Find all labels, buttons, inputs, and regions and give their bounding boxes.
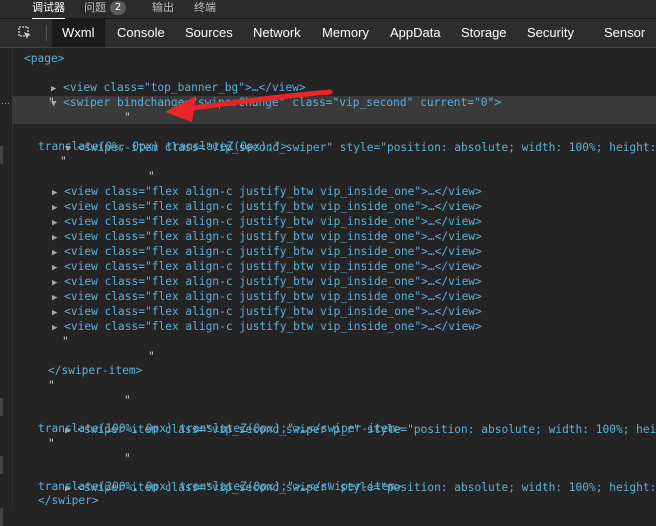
tab-console[interactable]: Console	[117, 19, 165, 47]
text-node-quote: "	[124, 394, 131, 407]
node-swiper-item-2[interactable]: ▶ <swiper-item class="vip_second_swiper …	[38, 407, 656, 436]
node-inner-view[interactable]: ▶ <view class="flex align-c justify_btw …	[52, 229, 482, 244]
collapsed-triangle-icon[interactable]: ▶	[52, 263, 57, 273]
node-swiper-item-2-cont: translate(100%, 0px) translateZ(0px);">……	[38, 422, 402, 435]
node-inner-view-text: <view class="flex align-c justify_btw vi…	[64, 200, 482, 213]
node-inner-view-text: <view class="flex align-c justify_btw vi…	[64, 230, 482, 243]
text-node-quote: "	[48, 96, 55, 109]
problems-count-badge: 2	[110, 1, 126, 15]
tab-memory[interactable]: Memory	[322, 19, 369, 47]
node-inner-view-text: <view class="flex align-c justify_btw vi…	[64, 215, 482, 228]
wxml-tree: <page> ▶ <view class="top_banner_bg">…</…	[12, 48, 656, 506]
node-inner-view[interactable]: ▶ <view class="flex align-c justify_btw …	[52, 184, 482, 199]
node-inner-view[interactable]: ▶ <view class="flex align-c justify_btw …	[52, 289, 482, 304]
node-swiper-item-3-cont: translate(200%, 0px) translateZ(0px);">……	[38, 480, 402, 493]
tab-debugger[interactable]: 调试器	[32, 0, 65, 20]
collapsed-triangle-icon[interactable]: ▶	[52, 278, 57, 288]
collapsed-triangle-icon[interactable]: ▶	[52, 293, 57, 303]
node-inner-view[interactable]: ▶ <view class="flex align-c justify_btw …	[52, 214, 482, 229]
inspect-element-icon[interactable]	[18, 26, 32, 40]
node-swiper-item-3[interactable]: ▶ <swiper-item class="vip_second_swiper"…	[38, 465, 656, 494]
gutter-marker	[0, 146, 3, 164]
node-inner-view[interactable]: ▶ <view class="flex align-c justify_btw …	[52, 304, 482, 319]
text-node-quote: "	[60, 155, 67, 168]
node-inner-view-text: <view class="flex align-c justify_btw vi…	[64, 305, 482, 318]
tab-problems-label: 问题	[84, 1, 106, 14]
collapsed-triangle-icon[interactable]: ▶	[52, 203, 57, 213]
collapsed-triangle-icon[interactable]: ▶	[52, 218, 57, 228]
collapsed-triangle-icon[interactable]: ▶	[52, 323, 57, 333]
node-view-banner[interactable]: ▶ <view class="top_banner_bg">…</view>	[24, 65, 306, 94]
gutter-marker	[0, 456, 3, 474]
text-node-quote: "	[62, 335, 69, 348]
node-inner-view[interactable]: ▶ <view class="flex align-c justify_btw …	[52, 259, 482, 274]
collapsed-triangle-icon[interactable]: ▶	[52, 188, 57, 198]
node-inner-view-text: <view class="flex align-c justify_btw vi…	[64, 260, 482, 273]
node-swiper-item-1-cont: translate(0%, 0px) translateZ(0px);">	[38, 140, 288, 153]
node-inner-view[interactable]: ▶ <view class="flex align-c justify_btw …	[52, 199, 482, 214]
node-inner-view-text: <view class="flex align-c justify_btw vi…	[64, 320, 482, 333]
text-node-quote: "	[124, 452, 131, 465]
node-swiper-text: <swiper bindchange="swiperChange" class=…	[63, 96, 501, 109]
node-swiper-item-close: </swiper-item>	[48, 364, 143, 377]
tab-terminal[interactable]: 终端	[194, 0, 216, 18]
node-inner-view-text: <view class="flex align-c justify_btw vi…	[64, 290, 482, 303]
node-swiper-close: </swiper>	[38, 494, 99, 506]
node-swiper[interactable]: ▼ <swiper bindchange="swiperChange" clas…	[24, 80, 501, 109]
tab-security[interactable]: Security	[527, 19, 574, 47]
gutter-marker	[0, 398, 3, 416]
node-inner-view[interactable]: ▶ <view class="flex align-c justify_btw …	[52, 319, 482, 334]
collapsed-triangle-icon[interactable]: ▶	[52, 248, 57, 258]
node-inner-view-text: <view class="flex align-c justify_btw vi…	[64, 185, 482, 198]
tab-problems[interactable]: 问题 2	[84, 0, 126, 18]
node-swiper-item-1[interactable]: ▼ <swiper-item class="vip_second_swiper"…	[38, 125, 656, 154]
text-node-quote: "	[148, 170, 155, 183]
gutter-dots[interactable]: …	[1, 97, 10, 107]
text-node-quote: "	[48, 379, 55, 392]
tab-network[interactable]: Network	[253, 19, 301, 47]
node-page[interactable]: <page>	[24, 51, 64, 66]
text-node-quote: "	[148, 350, 155, 363]
text-node-quote: "	[48, 437, 55, 450]
node-inner-view-text: <view class="flex align-c justify_btw vi…	[64, 275, 482, 288]
node-inner-view[interactable]: ▶ <view class="flex align-c justify_btw …	[52, 244, 482, 259]
collapsed-triangle-icon[interactable]: ▶	[52, 233, 57, 243]
node-inner-view[interactable]: ▶ <view class="flex align-c justify_btw …	[52, 274, 482, 289]
collapsed-triangle-icon[interactable]: ▶	[52, 308, 57, 318]
devtools-panel-tabs: Wxml Console Sources Network Memory AppD…	[0, 19, 656, 48]
tab-appdata[interactable]: AppData	[390, 19, 441, 47]
tab-wxml[interactable]: Wxml	[52, 19, 105, 47]
tab-storage[interactable]: Storage	[461, 19, 507, 47]
tab-sensor[interactable]: Sensor	[604, 19, 645, 47]
node-inner-view-text: <view class="flex align-c justify_btw vi…	[64, 245, 482, 258]
text-node-quote: "	[124, 111, 131, 124]
tab-output[interactable]: 输出	[152, 0, 174, 18]
bottom-panel-tabbar: 调试器 问题 2 输出 终端	[0, 0, 656, 20]
gutter-marker	[0, 508, 3, 526]
toolbar-divider	[46, 25, 47, 41]
tab-sources[interactable]: Sources	[185, 19, 233, 47]
